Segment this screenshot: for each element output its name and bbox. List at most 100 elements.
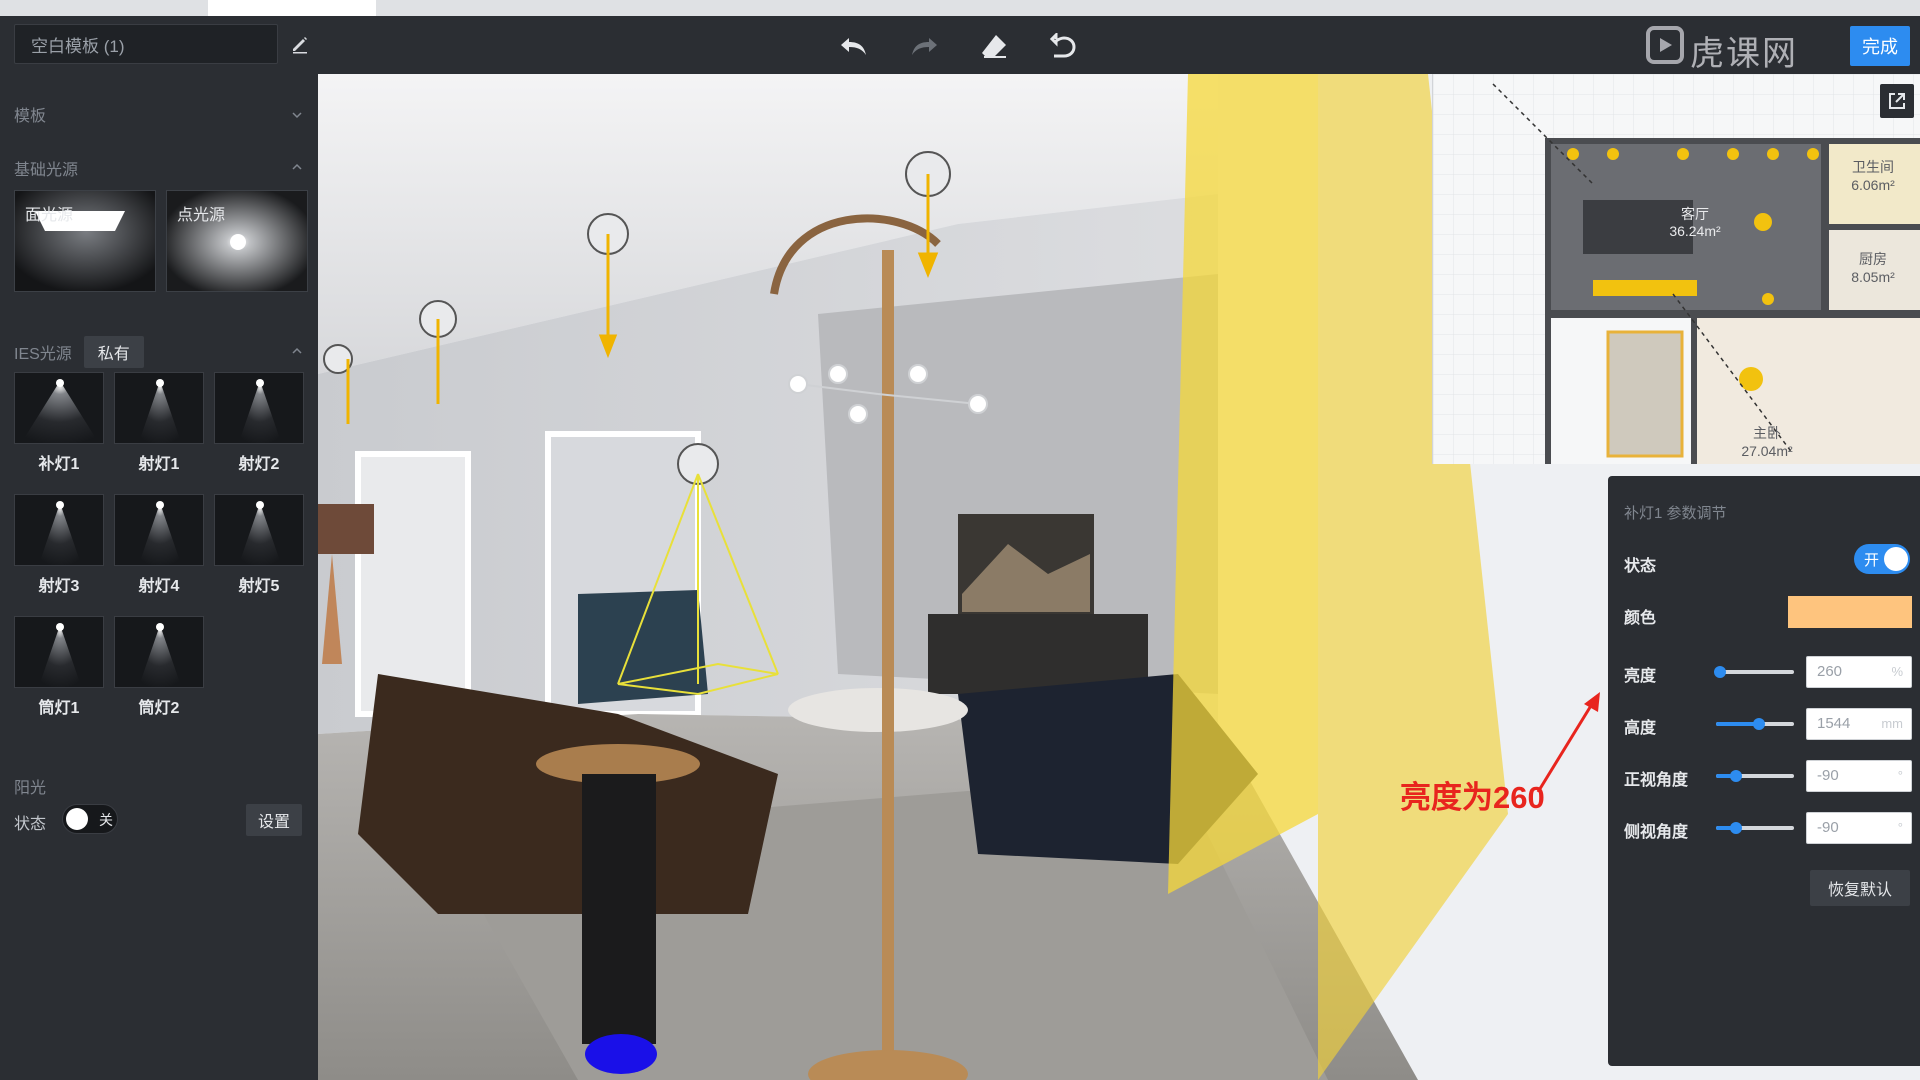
toggle-knob [1884, 547, 1908, 571]
popout-minimap-button[interactable] [1880, 84, 1914, 118]
tab-private[interactable]: 私有 [83, 336, 144, 368]
window [355, 451, 471, 717]
spotlight-preview-icon [214, 494, 304, 566]
unit-label: ° [1897, 768, 1903, 783]
sunlight-settings-button[interactable]: 设置 [246, 804, 302, 836]
spotlight-preview-icon [14, 616, 104, 688]
light-state-toggle[interactable]: 开 [1854, 544, 1910, 574]
floorplan-minimap[interactable]: 卫生间 6.06m² 厨房 8.05m² 客厅 36.24m² 主卧 27.04… [1432, 74, 1920, 464]
annotation-text: 亮度为260 [1400, 780, 1545, 815]
template-section-title[interactable]: 模板 [14, 102, 46, 126]
ies-light-label: 筒灯2 [138, 700, 180, 717]
unit-label: % [1891, 664, 1903, 679]
toggle-text: 关 [99, 812, 113, 828]
point-light-card[interactable]: 点光源 [166, 190, 308, 292]
front-angle-input[interactable]: -90 ° [1806, 760, 1912, 792]
spotlight-preview-icon [114, 616, 204, 688]
undo-button[interactable] [834, 26, 874, 66]
reset-defaults-button[interactable]: 恢复默认 [1810, 870, 1910, 906]
unit-label: mm [1881, 716, 1903, 731]
edit-name-button[interactable] [280, 24, 320, 64]
redo-button[interactable] [904, 26, 944, 66]
ies-light-tile[interactable]: 射灯4 [114, 494, 204, 595]
brightness-slider[interactable] [1713, 666, 1794, 678]
eraser-icon [982, 35, 1006, 58]
coffee-table [788, 688, 968, 732]
ies-light-label: 补灯1 [38, 456, 80, 473]
side-angle-label: 侧视角度 [1624, 824, 1689, 841]
area-light-card[interactable]: 面光源 [14, 190, 156, 292]
slider-thumb[interactable] [1713, 666, 1726, 678]
chevron-up-icon[interactable] [290, 344, 304, 358]
color-label: 颜色 [1624, 610, 1657, 627]
front-angle-slider[interactable] [1716, 770, 1794, 782]
light-library-sidebar: 模板 基础光源 面光源 点光源 IES光源 私有 补灯1 射灯1 射灯2 射灯3 射灯4 射… [0, 74, 318, 1080]
ies-tabs: IES光源 私有 [14, 336, 156, 368]
spotlight-preview-icon [214, 372, 304, 444]
ies-light-label: 筒灯1 [38, 700, 80, 717]
spotlight-preview-icon [14, 372, 104, 444]
ies-light-label: 射灯4 [138, 578, 180, 595]
toggle-text: 开 [1864, 552, 1880, 569]
rotate-icon [1050, 33, 1076, 58]
ies-light-tile[interactable]: 筒灯2 [114, 616, 204, 717]
ies-light-label: 射灯5 [238, 578, 280, 595]
ies-light-tile[interactable]: 射灯3 [14, 494, 104, 595]
eraser-button[interactable] [974, 26, 1014, 66]
room-label: 客厅 [1681, 206, 1709, 222]
brightness-label: 亮度 [1624, 668, 1657, 685]
ies-light-label: 射灯2 [238, 456, 280, 473]
pencil-icon [293, 37, 307, 54]
spotlight-preview-icon [14, 494, 104, 566]
sunlight-section-title: 阳光 [14, 780, 47, 797]
front-angle-label: 正视角度 [1624, 772, 1689, 789]
room-label: 厨房 [1859, 251, 1887, 267]
light-card-label: 面光源 [25, 207, 74, 224]
room-area: 8.05m² [1851, 269, 1895, 285]
side-angle-value: -90 [1817, 819, 1839, 836]
sunlight-toggle[interactable]: 关 [62, 804, 118, 834]
slider-thumb[interactable] [1729, 770, 1742, 782]
room-label: 卫生间 [1852, 159, 1894, 175]
room-area: 36.24m² [1669, 223, 1721, 239]
top-strip [0, 0, 1920, 16]
ies-light-label: 射灯1 [138, 456, 180, 473]
tab-ies-lights[interactable]: IES光源 [14, 340, 72, 364]
light-card-label: 点光源 [177, 207, 226, 224]
browser-tab[interactable] [208, 0, 376, 16]
ies-light-tile[interactable]: 射灯5 [214, 494, 304, 595]
sunlight-state-label: 状态 [14, 816, 47, 833]
light-volume [1168, 74, 1318, 894]
height-label: 高度 [1624, 720, 1657, 737]
panel-title: 补灯1 参数调节 [1624, 505, 1727, 522]
ies-light-tile[interactable]: 筒灯1 [14, 616, 104, 717]
finish-button[interactable]: 完成 [1850, 26, 1910, 66]
ies-light-tile[interactable]: 射灯2 [214, 372, 304, 473]
slider-thumb[interactable] [1752, 718, 1765, 730]
spotlight-preview-icon [114, 372, 204, 444]
brightness-input[interactable]: 260% [1806, 656, 1912, 688]
light-properties-panel: 补灯1 参数调节 状态 开 颜色 亮度 260% 高度 1544 mm 正视角度 … [1608, 476, 1920, 1066]
brightness-value: 260 [1817, 663, 1843, 680]
toggle-knob [66, 808, 88, 830]
height-value: 1544 [1817, 715, 1851, 732]
basic-lights-section-title[interactable]: 基础光源 [14, 156, 78, 180]
floorplan: 卫生间 6.06m² 厨房 8.05m² 客厅 36.24m² 主卧 27.04… [1433, 74, 1920, 464]
side-angle-slider[interactable] [1716, 822, 1794, 834]
chevron-up-icon[interactable] [290, 160, 304, 174]
template-name-field[interactable]: 空白模板 (1) [14, 24, 278, 64]
height-slider[interactable] [1716, 718, 1794, 730]
ies-light-label: 射灯3 [38, 578, 80, 595]
side-angle-input[interactable]: -90 ° [1806, 812, 1912, 844]
ies-light-tile[interactable]: 补灯1 [14, 372, 104, 473]
height-input[interactable]: 1544 mm [1806, 708, 1912, 740]
front-angle-value: -90 [1817, 767, 1839, 784]
chevron-down-icon[interactable] [290, 108, 304, 122]
external-link-icon [1889, 93, 1905, 109]
room-area: 6.06m² [1851, 177, 1895, 193]
color-picker[interactable] [1788, 596, 1912, 628]
reset-view-button[interactable] [1044, 26, 1084, 66]
ies-light-tile[interactable]: 射灯1 [114, 372, 204, 473]
room-label: 主卧 [1753, 425, 1781, 441]
slider-thumb[interactable] [1729, 822, 1742, 834]
